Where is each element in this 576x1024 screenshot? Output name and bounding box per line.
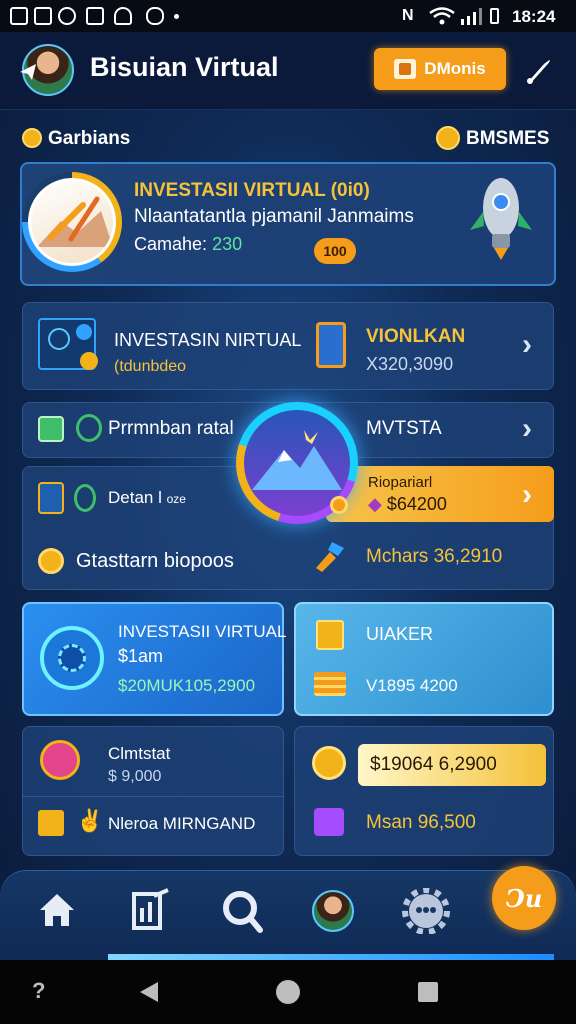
row3-left-tag: oze: [166, 492, 186, 506]
section-left-label: Garbians: [48, 128, 131, 149]
notification-icon: [34, 7, 52, 25]
blue-card-value: $20MUK105,2900: [118, 676, 256, 695]
more-dot-icon: [174, 14, 179, 19]
network-icon: [38, 318, 98, 370]
row1-right-value: X320,3090: [366, 354, 454, 374]
trophy-icon: [312, 746, 346, 780]
gem-icon: ◆: [368, 494, 382, 514]
help-icon[interactable]: ?: [32, 978, 45, 1004]
network-label: N: [402, 7, 414, 24]
plane-icon: [20, 64, 36, 80]
chart-icon[interactable]: [130, 888, 172, 932]
chart-illustration-icon: [37, 196, 113, 247]
payment-title: Riopariarl: [368, 474, 433, 491]
payment-amount: $64200: [386, 494, 447, 514]
chat-bubble-icon: [40, 740, 80, 780]
signal-icon: [461, 8, 482, 25]
row1-right-title: VIONLKAN: [366, 326, 466, 347]
small-left-bottom: Nleroa MIRNGAND: [108, 814, 256, 833]
back-icon[interactable]: [138, 980, 160, 1004]
notification-icon: [114, 7, 132, 25]
reward-pill[interactable]: $19064 6,2900: [358, 744, 546, 786]
wallet-button-label: DMonis: [424, 59, 486, 78]
row2-right-label: MVTSTA: [366, 418, 442, 439]
notification-icon: [10, 7, 28, 25]
home-system-icon[interactable]: [276, 980, 300, 1004]
hero-detail: Camahe: 230: [134, 234, 242, 255]
progress-ring: [22, 172, 122, 272]
status-time: 18:24: [512, 7, 556, 26]
notification-icon: [58, 7, 76, 25]
small-right-bottom: Msan 96,500: [366, 812, 476, 833]
wifi-icon: [429, 7, 455, 25]
tools-icon: [316, 542, 344, 572]
row3-bottom-right: Mchars 36,2910: [366, 546, 503, 567]
divider: [22, 796, 284, 797]
status-bar: N 18:24: [0, 0, 576, 32]
coin-icon: [436, 126, 460, 150]
small-left-value: $ 9,000: [108, 768, 162, 785]
chevron-right-icon[interactable]: ›: [522, 412, 532, 446]
app-title: Bisuian Virtual: [90, 52, 279, 82]
row1-left-title: INVESTASIN NIRTUAL: [114, 330, 302, 350]
coins-stack-icon: [314, 672, 346, 696]
blue-card-sub: $1am: [118, 646, 164, 666]
teal-card-title: UIAKER: [366, 624, 434, 644]
teal-card-value: V1895 4200: [366, 676, 458, 695]
recents-icon[interactable]: [418, 982, 438, 1002]
chevron-right-icon[interactable]: ›: [522, 328, 532, 362]
chevron-right-icon[interactable]: ›: [522, 478, 532, 512]
row2-left-label: Prrmnban ratal: [108, 418, 234, 439]
row3-bottom-left: Gtasttarn biopoos: [76, 550, 234, 572]
profile-avatar[interactable]: [312, 890, 354, 932]
search-coin-icon: [74, 484, 96, 512]
gift-icon: [38, 810, 64, 836]
home-icon[interactable]: [36, 890, 78, 930]
search-icon[interactable]: [220, 888, 264, 934]
rocket-illustration-icon: [470, 178, 532, 260]
alarm-icon: [76, 414, 102, 442]
dial-icon: [40, 626, 104, 690]
blue-card-title: INVESTASII VIRTUAL: [118, 622, 287, 641]
wallet-button[interactable]: DMonis: [374, 48, 506, 90]
search-icon: [38, 548, 64, 574]
cube-icon: [394, 59, 417, 79]
notification-icon: [146, 7, 164, 25]
app-header: Bisuian Virtual DMonis: [0, 32, 576, 110]
list-icon: [38, 482, 64, 514]
bottom-nav: [0, 870, 576, 960]
row1-left-sub: (tdunbdeo: [114, 358, 187, 375]
phone-icon: [316, 322, 346, 368]
hero-detail-value: 230: [212, 234, 243, 254]
document-icon: [38, 416, 64, 442]
rocket-icon[interactable]: [522, 56, 554, 88]
row3-left-label: Detan l oze: [108, 488, 186, 508]
orange-dot-icon: [330, 496, 348, 514]
mail-icon: [314, 808, 344, 836]
hero-subtitle: Nlaantatantla pjamanil Janmaims: [134, 206, 414, 227]
hero-detail-prefix: Camahe:: [134, 234, 208, 254]
notification-icon: [86, 7, 104, 25]
box-icon: [316, 620, 344, 650]
hand-icon: ✌: [76, 808, 104, 833]
small-left-title: Clmtstat: [108, 744, 171, 763]
hero-title: INVESTASII VIRTUAL (0i0): [134, 180, 370, 201]
battery-icon: [490, 8, 499, 24]
hero-badge: 100: [314, 238, 356, 264]
row3-left-text: Detan l: [108, 488, 162, 507]
fab-button[interactable]: Ͻи: [492, 866, 556, 930]
gear-icon[interactable]: [402, 888, 450, 934]
check-coin-icon: [22, 128, 42, 148]
payment-value: ◆ $64200: [368, 494, 447, 515]
section-right-label: BMSMES: [466, 128, 550, 149]
